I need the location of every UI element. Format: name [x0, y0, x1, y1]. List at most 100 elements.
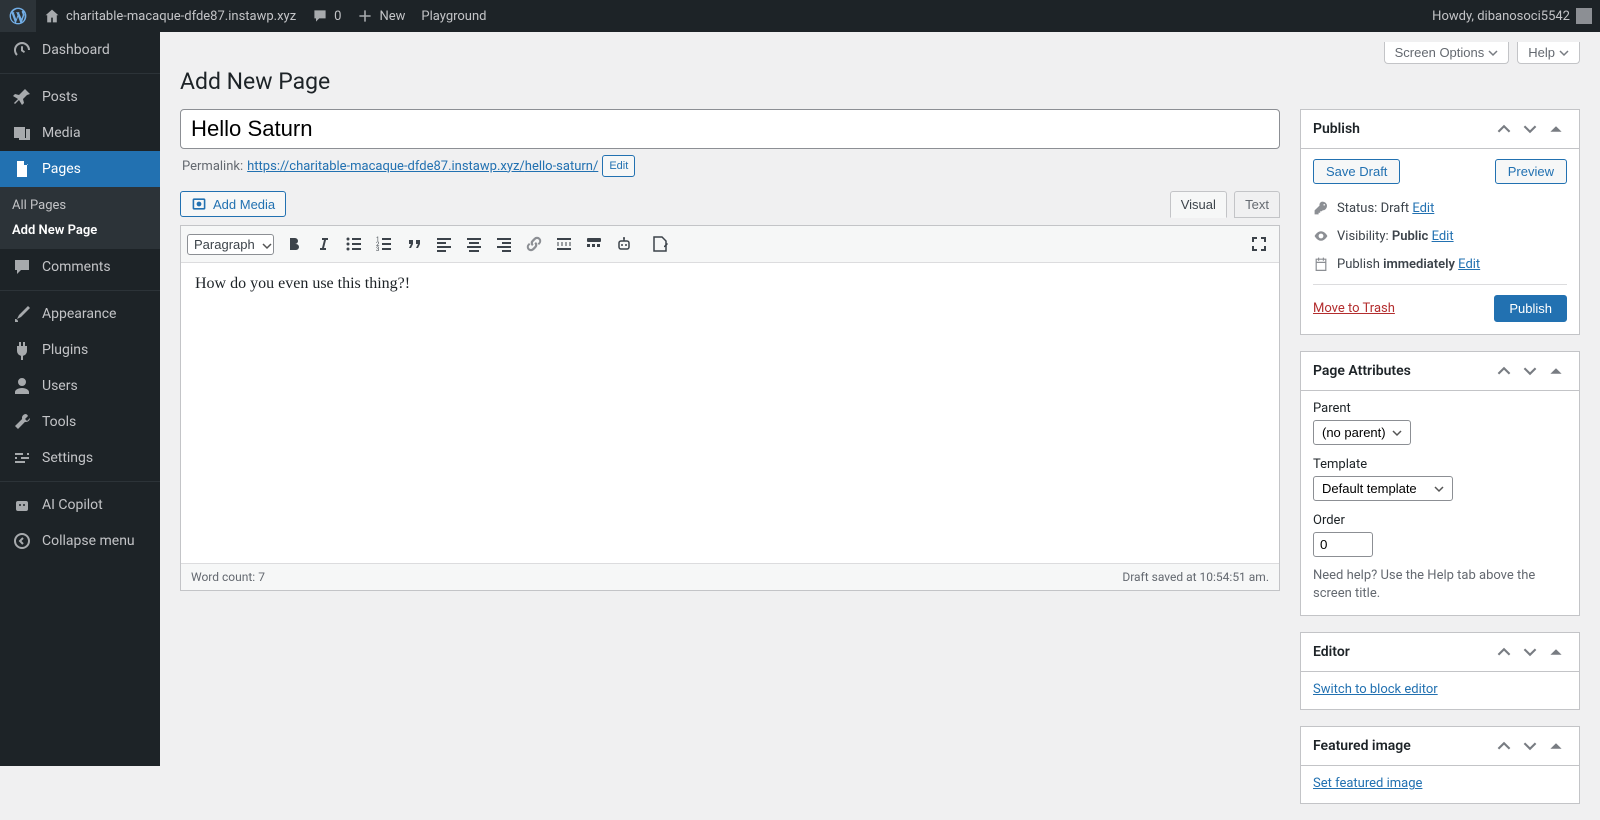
main-column: Permalink: https://charitable-macaque-df… [180, 109, 1280, 591]
template-select[interactable]: Default template [1313, 476, 1453, 501]
bold-icon [284, 234, 304, 254]
new-label: New [379, 9, 405, 24]
media-icon [191, 196, 207, 212]
page-body: Screen Options Help Add New Page Permali… [160, 0, 1600, 820]
menu-posts[interactable]: Posts [0, 79, 160, 115]
menu-media[interactable]: Media [0, 115, 160, 151]
format-select[interactable]: Paragraph [187, 234, 274, 255]
readmore-icon [554, 234, 574, 254]
toolbar-toggle-button[interactable] [580, 230, 608, 258]
comment-icon [12, 257, 32, 277]
list-ul-icon [344, 234, 364, 254]
move-down-button[interactable] [1519, 118, 1541, 140]
publish-button[interactable]: Publish [1494, 295, 1567, 322]
link-icon [524, 234, 544, 254]
toggle-panel-button[interactable] [1545, 360, 1567, 382]
submenu-add-page[interactable]: Add New Page [0, 218, 160, 243]
wp-logo[interactable] [0, 0, 36, 32]
ul-button[interactable] [340, 230, 368, 258]
move-down-button[interactable] [1519, 735, 1541, 757]
tab-text[interactable]: Text [1234, 191, 1280, 218]
tab-visual[interactable]: Visual [1170, 191, 1227, 218]
playground-link[interactable]: Playground [413, 0, 494, 32]
set-featured-image-link[interactable]: Set featured image [1313, 776, 1422, 791]
move-up-button[interactable] [1493, 360, 1515, 382]
save-draft-button[interactable]: Save Draft [1313, 159, 1400, 184]
quote-icon [404, 234, 424, 254]
screen-options-button[interactable]: Screen Options [1384, 42, 1510, 64]
site-name: charitable-macaque-dfde87.instawp.xyz [66, 9, 296, 24]
content-editor[interactable]: How do you even use this thing?! [181, 263, 1279, 563]
move-down-button[interactable] [1519, 641, 1541, 663]
permalink-label: Permalink: [182, 159, 243, 174]
pin-icon [12, 87, 32, 107]
add-media-button[interactable]: Add Media [180, 191, 286, 217]
move-to-trash-link[interactable]: Move to Trash [1313, 301, 1395, 316]
comments-link[interactable]: 0 [304, 0, 349, 32]
fullscreen-button[interactable] [1245, 230, 1273, 258]
robot-icon [12, 495, 32, 515]
menu-users[interactable]: Users [0, 368, 160, 404]
menu-dashboard[interactable]: Dashboard [0, 32, 160, 68]
write-button[interactable] [646, 230, 674, 258]
preview-button[interactable]: Preview [1495, 159, 1567, 184]
order-input[interactable] [1313, 532, 1373, 557]
chevron-down-icon [1523, 122, 1537, 136]
howdy-text: Howdy, dibanosoci5542 [1432, 9, 1570, 24]
toggle-panel-button[interactable] [1545, 641, 1567, 663]
menu-collapse[interactable]: Collapse menu [0, 523, 160, 559]
page-heading: Add New Page [180, 68, 1580, 95]
switch-editor-link[interactable]: Switch to block editor [1313, 682, 1438, 697]
avatar [1576, 8, 1592, 24]
toggle-panel-button[interactable] [1545, 118, 1567, 140]
permalink-url[interactable]: https://charitable-macaque-dfde87.instaw… [247, 159, 598, 174]
chevron-up-icon [1497, 645, 1511, 659]
menu-plugins[interactable]: Plugins [0, 332, 160, 368]
edit-status-link[interactable]: Edit [1412, 201, 1434, 216]
italic-button[interactable] [310, 230, 338, 258]
new-link[interactable]: New [349, 0, 413, 32]
edit-visibility-link[interactable]: Edit [1432, 229, 1454, 244]
menu-settings[interactable]: Settings [0, 440, 160, 476]
kitchen-sink-icon [584, 234, 604, 254]
move-down-button[interactable] [1519, 360, 1541, 382]
chevron-up-icon [1497, 122, 1511, 136]
word-count: Word count: 7 [191, 570, 265, 584]
account-link[interactable]: Howdy, dibanosoci5542 [1424, 0, 1600, 32]
parent-select[interactable]: (no parent) [1313, 420, 1411, 445]
chevron-down-icon [1559, 48, 1569, 58]
admin-menu: Dashboard Posts Media Pages All Pages Ad… [0, 32, 160, 766]
help-button[interactable]: Help [1517, 42, 1580, 64]
link-button[interactable] [520, 230, 548, 258]
post-title-input[interactable] [180, 109, 1280, 149]
menu-tools[interactable]: Tools [0, 404, 160, 440]
align-center-icon [464, 234, 484, 254]
align-left-button[interactable] [430, 230, 458, 258]
bold-button[interactable] [280, 230, 308, 258]
fullscreen-icon [1249, 234, 1269, 254]
move-up-button[interactable] [1493, 641, 1515, 663]
submenu-all-pages[interactable]: All Pages [0, 193, 160, 218]
menu-appearance[interactable]: Appearance [0, 296, 160, 332]
align-right-icon [494, 234, 514, 254]
ai-button[interactable] [610, 230, 638, 258]
editor-switch-box: Editor Switch to block editor [1300, 632, 1580, 710]
readmore-button[interactable] [550, 230, 578, 258]
site-link[interactable]: charitable-macaque-dfde87.instawp.xyz [36, 0, 304, 32]
pages-submenu: All Pages Add New Page [0, 187, 160, 249]
visibility-row: Visibility: Public Edit [1313, 222, 1567, 250]
quote-button[interactable] [400, 230, 428, 258]
chevron-down-icon [1523, 739, 1537, 753]
permalink-edit-button[interactable]: Edit [602, 155, 635, 177]
menu-comments[interactable]: Comments [0, 249, 160, 285]
ol-button[interactable]: 123 [370, 230, 398, 258]
menu-ai-copilot[interactable]: AI Copilot [0, 487, 160, 523]
move-up-button[interactable] [1493, 735, 1515, 757]
align-center-button[interactable] [460, 230, 488, 258]
align-right-button[interactable] [490, 230, 518, 258]
edit-schedule-link[interactable]: Edit [1458, 257, 1480, 272]
toggle-panel-button[interactable] [1545, 735, 1567, 757]
move-up-button[interactable] [1493, 118, 1515, 140]
schedule-row: Publish immediately Edit [1313, 250, 1567, 278]
menu-pages[interactable]: Pages [0, 151, 160, 187]
